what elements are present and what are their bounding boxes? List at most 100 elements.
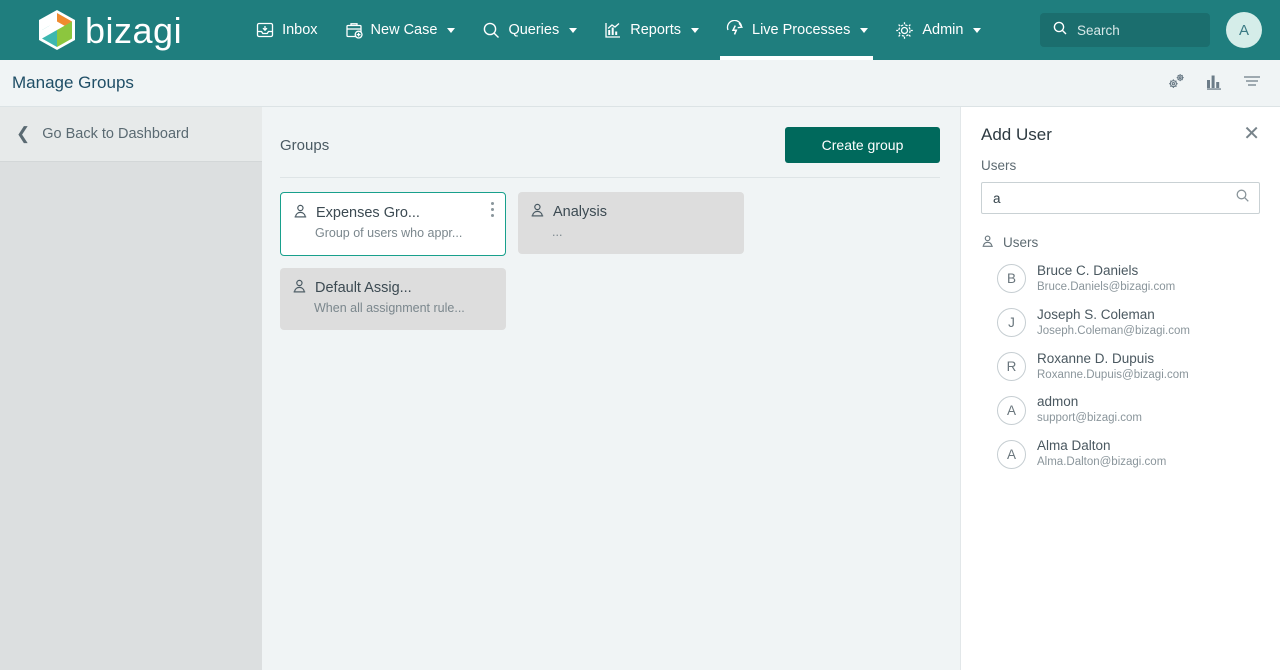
group-card-default-assignment[interactable]: Default Assig... When all assignment rul… (280, 268, 506, 330)
nav-item-live-processes[interactable]: Live Processes (712, 0, 881, 60)
nav-items: Inbox New Case Queries Reports Live Proc… (242, 0, 994, 60)
users-group-label: Users (1003, 235, 1039, 250)
chevron-left-icon: ❮ (16, 123, 31, 143)
user-email: Roxanne.Dupuis@bizagi.com (1037, 368, 1189, 381)
search-icon (481, 20, 501, 40)
nav-item-label: Reports (630, 22, 681, 38)
user-group-icon (293, 203, 309, 223)
main-content: Groups Create group Expenses Gro... Grou (262, 107, 960, 670)
avatar: B (997, 264, 1026, 294)
user-list-item[interactable]: B Bruce C. Daniels Bruce.Daniels@bizagi.… (981, 263, 1260, 295)
avatar: A (997, 439, 1026, 469)
user-email: support@bizagi.com (1037, 412, 1142, 425)
bar-chart-icon[interactable] (1205, 72, 1224, 95)
user-info: Alma Dalton Alma.Dalton@bizagi.com (1037, 438, 1166, 470)
group-card-title: Analysis (553, 204, 607, 220)
user-name: Roxanne D. Dupuis (1037, 350, 1155, 366)
users-group-header: Users (981, 234, 1260, 251)
user-name: Alma Dalton (1037, 438, 1111, 454)
group-card-title-row: Expenses Gro... (293, 203, 493, 223)
sidebar-item-label: Go Back to Dashboard (42, 126, 189, 142)
nav-item-queries[interactable]: Queries (468, 0, 590, 60)
user-list-item[interactable]: A admon support@bizagi.com (981, 394, 1260, 426)
group-card-title-row: Analysis (530, 202, 732, 222)
close-icon[interactable]: ✕ (1243, 124, 1260, 144)
user-icon (981, 234, 995, 251)
user-search-box[interactable] (981, 182, 1260, 214)
user-group-icon (530, 202, 546, 222)
live-process-icon (725, 20, 745, 40)
chevron-down-icon (860, 27, 869, 33)
groups-toolbar: Groups Create group (280, 123, 940, 167)
panel-header: Add User ✕ (981, 124, 1260, 145)
groups-card-list: Expenses Gro... Group of users who appr.… (280, 192, 940, 330)
nav-item-label: Inbox (282, 22, 318, 38)
briefcase-plus-icon (344, 20, 364, 40)
search-icon (1052, 20, 1068, 41)
group-card-expenses[interactable]: Expenses Gro... Group of users who appr.… (280, 192, 506, 256)
panel-title: Add User (981, 125, 1052, 144)
chevron-down-icon (973, 27, 982, 33)
avatar: R (997, 352, 1026, 382)
groups-section-label: Groups (280, 136, 330, 154)
group-card-title: Default Assig... (315, 280, 412, 296)
header-tools (1167, 72, 1262, 95)
group-card-description: When all assignment rule... (314, 301, 465, 315)
user-email: Joseph.Coleman@bizagi.com (1037, 324, 1190, 337)
inbox-icon (255, 20, 275, 40)
chevron-down-icon (447, 27, 456, 33)
user-info: Joseph S. Coleman Joseph.Coleman@bizagi.… (1037, 307, 1190, 339)
avatar: J (997, 308, 1026, 338)
user-search-input[interactable] (993, 190, 1235, 206)
group-card-menu-icon[interactable] (491, 202, 494, 220)
user-email: Alma.Dalton@bizagi.com (1037, 456, 1167, 469)
user-info: Bruce C. Daniels Bruce.Daniels@bizagi.co… (1037, 263, 1175, 295)
page-body: ❮ Go Back to Dashboard Groups Create gro… (0, 107, 1280, 670)
bar-chart-icon (603, 20, 623, 40)
nav-item-label: Queries (508, 22, 560, 38)
nav-item-label: Live Processes (752, 22, 851, 38)
brand-logo[interactable]: bizagi (38, 9, 182, 51)
user-list-item[interactable]: J Joseph S. Coleman Joseph.Coleman@bizag… (981, 307, 1260, 339)
page-title: Manage Groups (12, 73, 134, 92)
nav-item-label: Admin (922, 22, 964, 38)
add-user-panel: Add User ✕ Users Users (960, 107, 1280, 670)
gears-icon[interactable] (1167, 72, 1187, 95)
group-card-description: ... (552, 225, 563, 239)
nav-item-admin[interactable]: Admin (881, 0, 994, 60)
search-icon[interactable] (1235, 188, 1250, 208)
sidebar: ❮ Go Back to Dashboard (0, 107, 262, 670)
chevron-down-icon (691, 27, 699, 33)
nav-item-label: New Case (370, 22, 438, 38)
user-group-icon (292, 278, 308, 298)
user-list-item[interactable]: A Alma Dalton Alma.Dalton@bizagi.com (981, 438, 1260, 470)
user-name: Bruce C. Daniels (1037, 263, 1139, 278)
gear-icon (894, 20, 915, 41)
user-avatar[interactable]: A (1226, 12, 1262, 48)
nav-item-new-case[interactable]: New Case (331, 0, 469, 60)
bizagi-cube-icon (38, 9, 76, 51)
group-card-title: Expenses Gro... (316, 205, 420, 221)
user-name: admon (1037, 394, 1079, 410)
create-group-button[interactable]: Create group (785, 127, 940, 163)
avatar: A (997, 395, 1026, 425)
global-search-box[interactable] (1040, 13, 1210, 47)
global-search-input[interactable] (1077, 22, 1198, 38)
hamburger-menu-icon[interactable] (1242, 73, 1262, 94)
user-info: admon support@bizagi.com (1037, 394, 1142, 426)
group-card-description: Group of users who appr... (315, 226, 463, 240)
user-email: Bruce.Daniels@bizagi.com (1037, 280, 1176, 293)
sidebar-item-go-back-to-dashboard[interactable]: ❮ Go Back to Dashboard (0, 107, 262, 162)
group-card-title-row: Default Assig... (292, 278, 494, 298)
section-divider (280, 177, 940, 178)
user-info: Roxanne D. Dupuis Roxanne.Dupuis@bizagi.… (1037, 351, 1189, 383)
top-navigation-bar: bizagi Inbox New Case Queries Reports Li… (0, 0, 1280, 60)
user-name: Joseph S. Coleman (1037, 306, 1155, 322)
nav-item-reports[interactable]: Reports (590, 0, 712, 60)
chevron-down-icon (569, 27, 578, 33)
user-list-item[interactable]: R Roxanne D. Dupuis Roxanne.Dupuis@bizag… (981, 351, 1260, 383)
nav-item-inbox[interactable]: Inbox (242, 0, 330, 60)
page-header: Manage Groups (0, 60, 1280, 107)
users-field-label: Users (981, 158, 1017, 173)
group-card-analysis[interactable]: Analysis ... (518, 192, 744, 254)
